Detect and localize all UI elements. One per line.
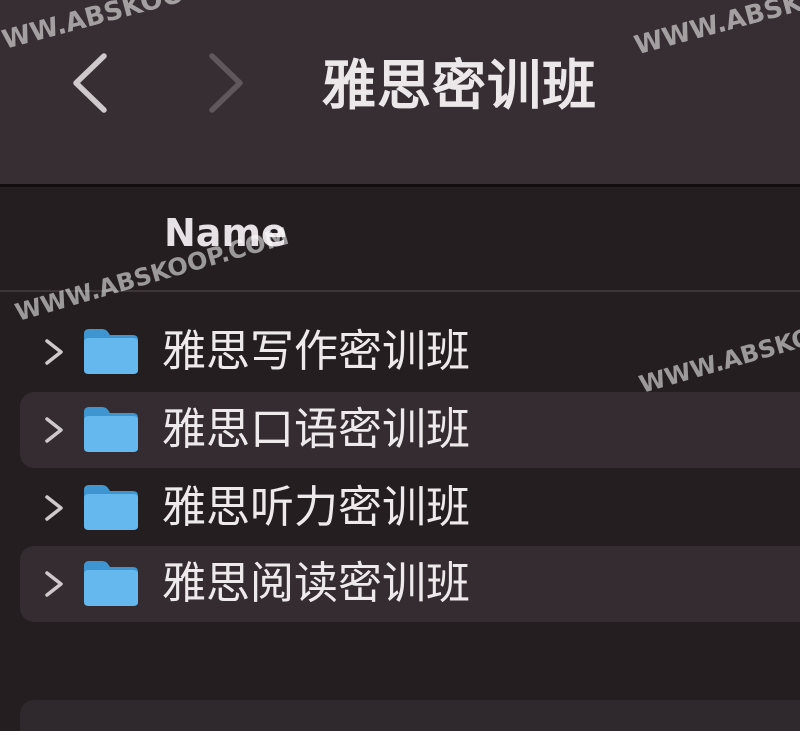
disclosure-chevron-icon[interactable]	[42, 336, 66, 368]
bottom-panel	[20, 700, 800, 731]
column-header-name[interactable]: Name	[164, 211, 287, 255]
list-item[interactable]: 雅思写作密训班	[20, 314, 800, 390]
list-item[interactable]: 雅思听力密训班	[20, 470, 800, 546]
list-item[interactable]: 雅思口语密训班	[20, 392, 800, 468]
finder-window: 雅思密训班 Name 雅思写作密训班 雅思口语密训班 雅思听力密训班 雅思阅读密…	[0, 0, 800, 731]
list-item-label: 雅思阅读密训班	[162, 558, 470, 609]
list-item-label: 雅思听力密训班	[162, 482, 470, 533]
folder-icon	[84, 329, 138, 374]
column-header: Name	[0, 187, 800, 290]
header-divider	[0, 290, 800, 292]
back-button[interactable]	[62, 50, 118, 116]
folder-icon	[84, 407, 138, 452]
disclosure-chevron-icon[interactable]	[42, 492, 66, 524]
folder-icon	[84, 561, 138, 606]
disclosure-chevron-icon[interactable]	[42, 568, 66, 600]
window-title: 雅思密训班	[322, 54, 597, 117]
chevron-left-icon	[73, 53, 107, 113]
list-item[interactable]: 雅思阅读密训班	[20, 546, 800, 622]
forward-button[interactable]	[198, 50, 254, 116]
chevron-right-icon	[209, 53, 243, 113]
list-item-label: 雅思口语密训班	[162, 404, 470, 455]
folder-icon	[84, 485, 138, 530]
list-item-label: 雅思写作密训班	[162, 326, 470, 377]
disclosure-chevron-icon[interactable]	[42, 414, 66, 446]
toolbar: 雅思密训班	[0, 0, 800, 184]
